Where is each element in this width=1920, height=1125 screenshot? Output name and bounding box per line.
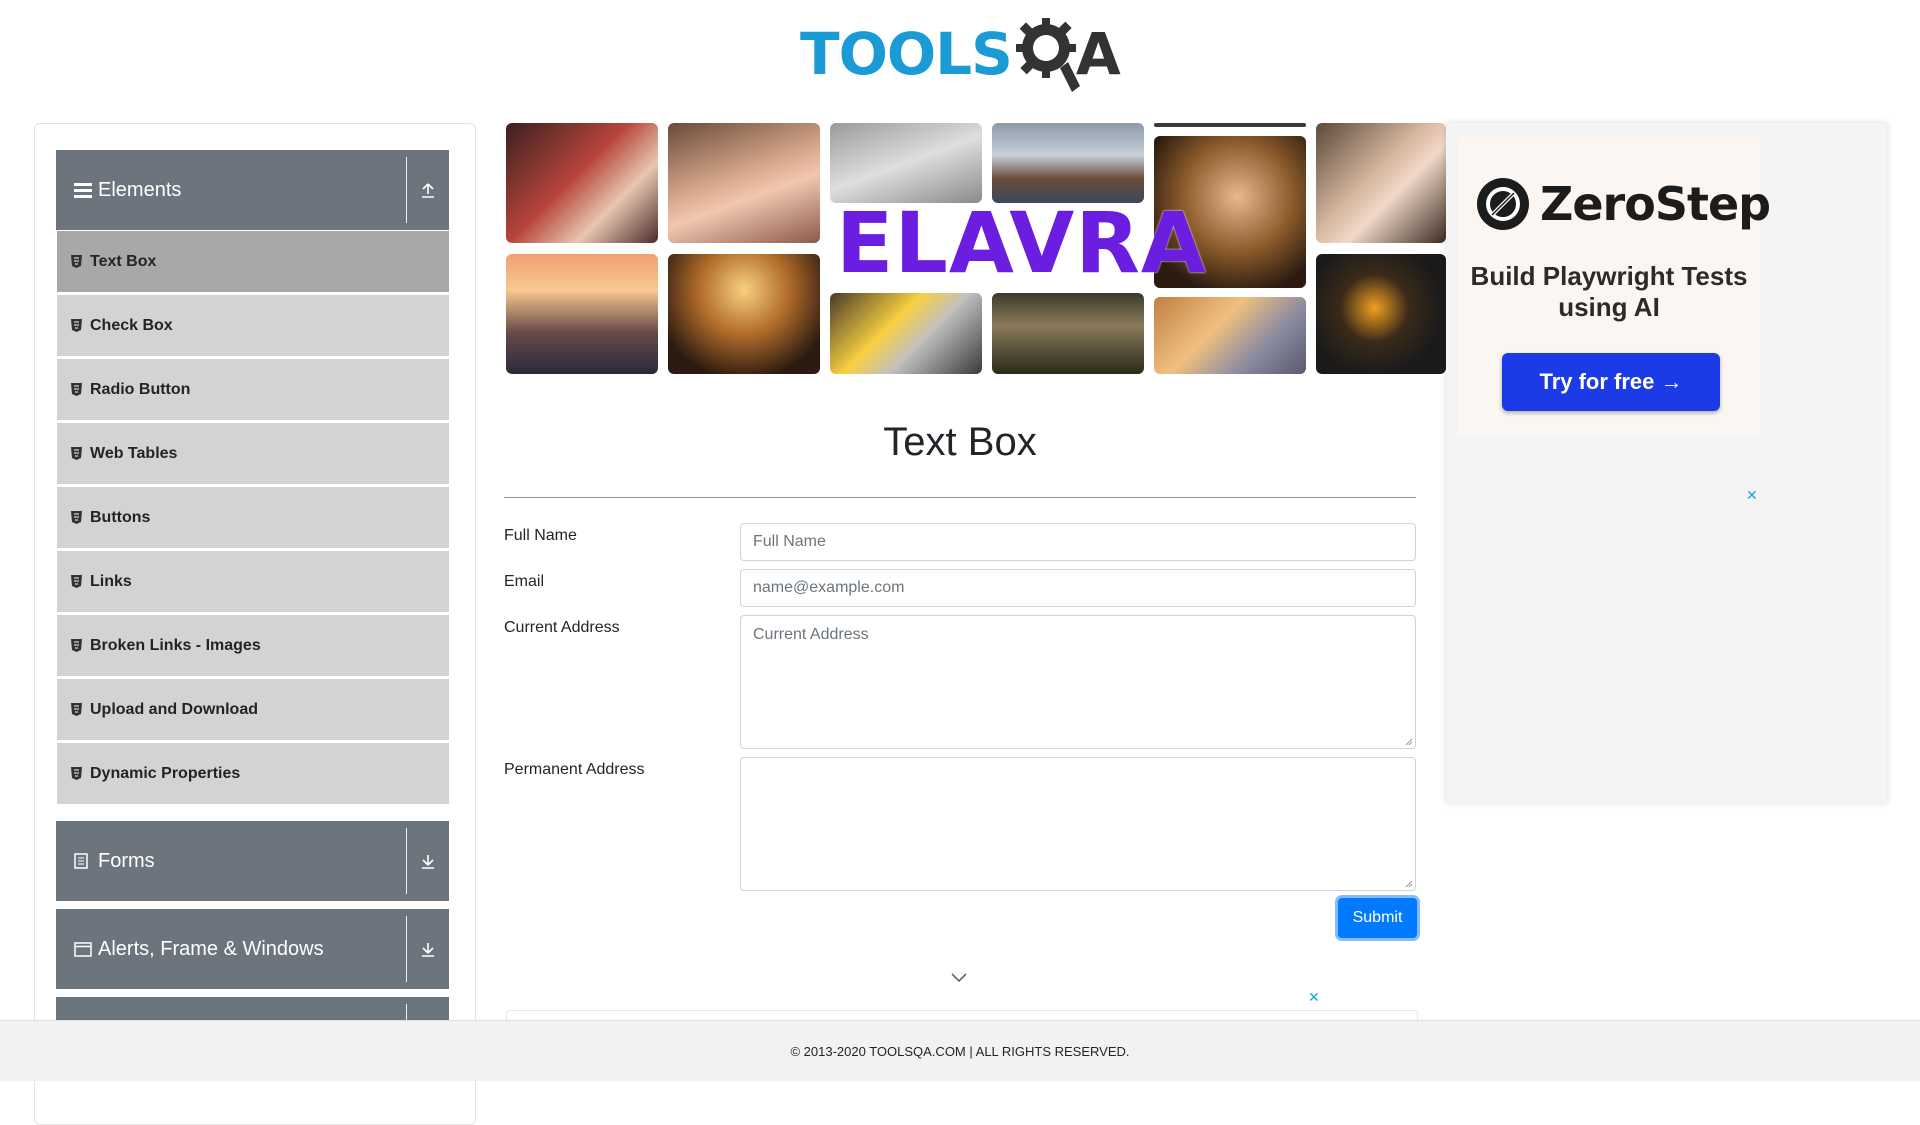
- ad-headline: Build Playwright Tests using AI: [1470, 261, 1748, 322]
- group-forms-label: Forms: [98, 849, 155, 872]
- group-elements[interactable]: Elements: [56, 150, 449, 230]
- logo-qa: A: [1012, 16, 1121, 92]
- html5-icon: [71, 383, 85, 396]
- collapse-up-icon[interactable]: [407, 182, 449, 198]
- menu-item-label: Check Box: [90, 316, 173, 334]
- banner-image: [668, 123, 820, 243]
- group-alerts-frame-windows[interactable]: Alerts, Frame & Windows: [56, 909, 449, 989]
- menu-item-text-box[interactable]: Text Box: [57, 231, 449, 292]
- menu-item-check-box[interactable]: Check Box: [57, 295, 449, 356]
- page-title: Text Box: [883, 420, 1037, 464]
- banner-image: [1154, 123, 1306, 127]
- zerostep-ad[interactable]: ZeroStep Build Playwright Tests using AI…: [1446, 123, 1887, 803]
- permanent-address-label: Permanent Address: [504, 761, 645, 778]
- try-for-free-button[interactable]: Try for free →: [1502, 353, 1720, 411]
- current-address-label: Current Address: [504, 619, 620, 636]
- resize-grip-icon[interactable]: [1403, 736, 1413, 746]
- group-forms[interactable]: Forms: [56, 821, 449, 901]
- elavra-banner-ad[interactable]: ELAVRA: [506, 123, 1446, 374]
- expand-down-icon[interactable]: [407, 853, 449, 869]
- menu-item-label: Buttons: [90, 508, 151, 526]
- ad-brand-name: ZeroStep: [1540, 177, 1771, 231]
- resize-grip-icon[interactable]: [1403, 878, 1413, 888]
- banner-image: [992, 123, 1144, 203]
- hamburger-icon: [74, 182, 94, 198]
- html5-icon: [71, 703, 85, 716]
- banner-image: [668, 254, 820, 374]
- email-input[interactable]: [740, 569, 1416, 607]
- menu-item-label: Web Tables: [90, 444, 178, 462]
- banner-image: [1154, 297, 1306, 374]
- divider: [406, 157, 407, 223]
- group-elements-label: Elements: [98, 178, 182, 201]
- toolsqa-logo[interactable]: TOOLS A: [800, 14, 1121, 94]
- gear-magnifier-icon: [1015, 18, 1080, 92]
- document-icon: [74, 853, 94, 869]
- banner-image: [1316, 254, 1446, 374]
- current-address-textarea[interactable]: [740, 615, 1416, 749]
- html5-icon: [71, 319, 85, 332]
- chevron-down-icon[interactable]: [950, 972, 968, 984]
- ad-brand: ZeroStep: [1476, 177, 1771, 231]
- banner-image: [830, 123, 982, 203]
- menu-item-label: Text Box: [90, 252, 157, 270]
- title-divider: [504, 497, 1416, 498]
- menu-item-upload-download[interactable]: Upload and Download: [57, 679, 449, 740]
- html5-icon: [71, 255, 85, 268]
- menu-item-label: Broken Links - Images: [90, 636, 261, 654]
- expand-down-icon[interactable]: [407, 941, 449, 957]
- menu-item-label: Links: [90, 572, 132, 590]
- html5-icon: [71, 639, 85, 652]
- banner-image: [830, 293, 982, 374]
- menu-item-buttons[interactable]: Buttons: [57, 487, 449, 548]
- menu-item-radio-button[interactable]: Radio Button: [57, 359, 449, 420]
- menu-item-dynamic-properties[interactable]: Dynamic Properties: [57, 743, 449, 804]
- html5-icon: [71, 575, 85, 588]
- email-label: Email: [504, 573, 545, 590]
- banner-brand-text: ELAVRA: [836, 194, 1207, 292]
- group-alerts-label: Alerts, Frame & Windows: [98, 937, 324, 960]
- menu-item-broken-links[interactable]: Broken Links - Images: [57, 615, 449, 676]
- divider: [406, 916, 407, 982]
- full-name-input[interactable]: [740, 523, 1416, 561]
- banner-image: [506, 254, 658, 374]
- logo-tools-text: TOOLS: [800, 20, 1013, 88]
- close-icon[interactable]: ✕: [1308, 989, 1320, 1006]
- menu-item-links[interactable]: Links: [57, 551, 449, 612]
- divider: [406, 828, 407, 894]
- submit-button[interactable]: Submit: [1338, 898, 1417, 938]
- banner-image: [1316, 123, 1446, 243]
- footer: © 2013-2020 TOOLSQA.COM | ALL RIGHTS RES…: [0, 1020, 1920, 1081]
- banner-image: [506, 123, 658, 243]
- close-icon[interactable]: ✕: [1746, 487, 1758, 504]
- copyright-text: © 2013-2020 TOOLSQA.COM | ALL RIGHTS RES…: [790, 1043, 1130, 1059]
- permanent-address-textarea[interactable]: [740, 757, 1416, 891]
- window-icon: [74, 941, 94, 957]
- zerostep-logo-icon: [1477, 178, 1529, 230]
- menu-item-label: Upload and Download: [90, 700, 258, 718]
- html5-icon: [71, 511, 85, 524]
- ad-card[interactable]: ZeroStep Build Playwright Tests using AI…: [1458, 137, 1771, 437]
- menu-item-web-tables[interactable]: Web Tables: [57, 423, 449, 484]
- html5-icon: [71, 767, 85, 780]
- full-name-label: Full Name: [504, 527, 577, 544]
- logo-a-text: A: [1075, 20, 1121, 88]
- menu-item-label: Radio Button: [90, 380, 191, 398]
- html5-icon: [71, 447, 85, 460]
- left-panel: Elements Text Box Check Box Radio Button…: [34, 123, 476, 1125]
- banner-image: [992, 293, 1144, 374]
- menu-item-label: Dynamic Properties: [90, 764, 241, 782]
